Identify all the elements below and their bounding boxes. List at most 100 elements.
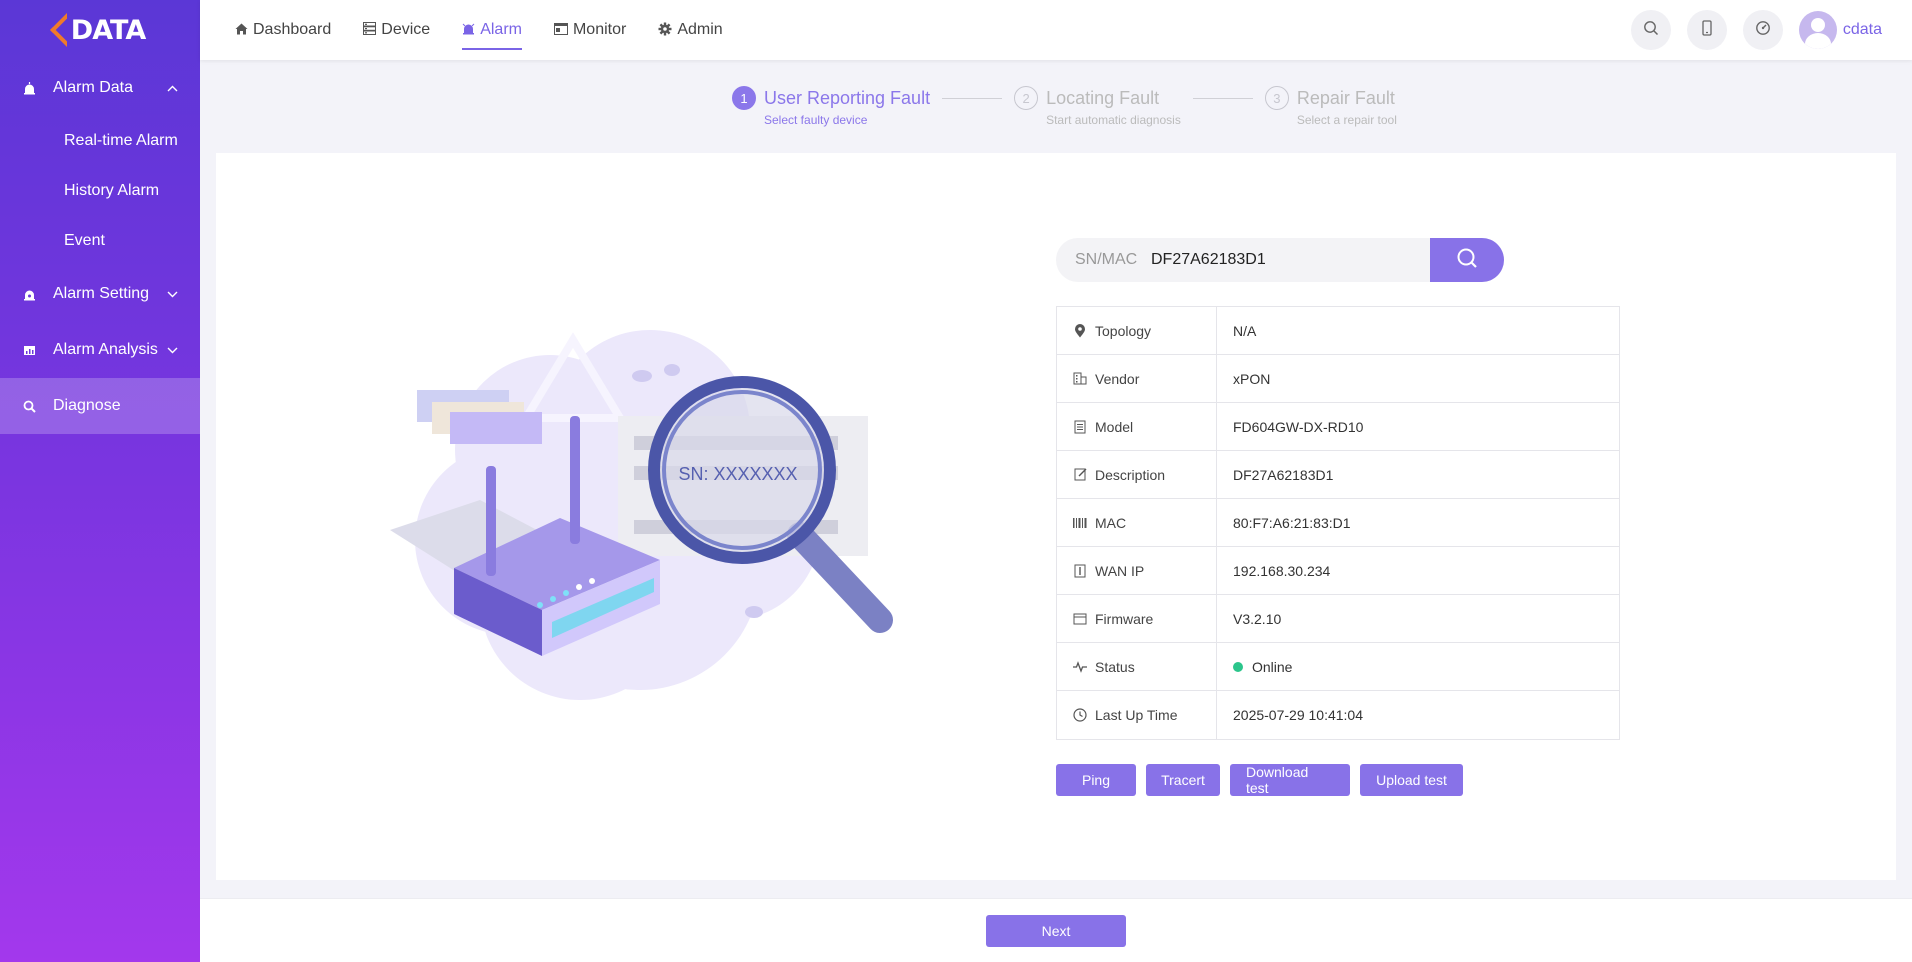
sidebar: DATA Alarm Data Real-time Alarm History … bbox=[0, 0, 200, 962]
chevron-up-icon bbox=[167, 81, 178, 95]
sidebar-item-label: Diagnose bbox=[53, 397, 121, 414]
info-value: 80:F7:A6:21:83:D1 bbox=[1233, 514, 1351, 531]
diagnose-icon bbox=[22, 399, 36, 413]
sidebar-item-realtime-alarm[interactable]: Real-time Alarm bbox=[0, 116, 200, 166]
router-illustration: SN: XXXXXXX bbox=[390, 320, 910, 715]
info-value: 2025-07-29 10:41:04 bbox=[1233, 707, 1363, 723]
info-key-label: Model bbox=[1095, 418, 1134, 435]
info-key-label: Firmware bbox=[1095, 610, 1154, 627]
gear-icon bbox=[658, 22, 672, 39]
upload-test-button[interactable]: Upload test bbox=[1360, 764, 1463, 796]
logo[interactable]: DATA bbox=[0, 0, 200, 60]
info-row-topology: Topology N/A bbox=[1057, 307, 1619, 355]
step-description: Select a repair tool bbox=[1296, 113, 1397, 127]
step-description: Start automatic diagnosis bbox=[1046, 113, 1181, 127]
info-key-label: Vendor bbox=[1095, 370, 1140, 387]
search-icon bbox=[1643, 20, 1659, 41]
step-1: 1 User Reporting Fault Select faulty dev… bbox=[732, 86, 930, 127]
info-row-firmware: Firmware V3.2.10 bbox=[1057, 595, 1619, 643]
info-key-label: WAN IP bbox=[1095, 562, 1145, 579]
step-divider bbox=[942, 98, 1003, 99]
home-icon bbox=[235, 23, 248, 38]
sidebar-item-label: Alarm Analysis bbox=[53, 341, 158, 358]
sn-mac-search: SN/MAC bbox=[1056, 238, 1504, 282]
footer-bar: Next bbox=[200, 898, 1912, 962]
info-value: xPON bbox=[1233, 370, 1271, 387]
step-title: User Reporting Fault bbox=[764, 88, 931, 108]
step-title: Locating Fault bbox=[1046, 88, 1160, 108]
alarm-setting-icon bbox=[22, 287, 36, 301]
top-navbar: Dashboard Device Alarm Monitor Admin cda… bbox=[200, 0, 1912, 60]
info-key-label: Description bbox=[1095, 466, 1166, 483]
nav-label: Device bbox=[381, 21, 431, 38]
search-submit-button[interactable] bbox=[1430, 238, 1504, 282]
alarm-analysis-icon bbox=[22, 343, 36, 357]
dashboard-gauge-button[interactable] bbox=[1742, 10, 1783, 50]
device-info-table: Topology N/A Vendor xPON Model FD604GW-D… bbox=[1056, 306, 1620, 740]
document-icon bbox=[1073, 420, 1087, 434]
ping-button[interactable]: Ping bbox=[1056, 764, 1136, 796]
sidebar-item-alarm-data[interactable]: Alarm Data bbox=[0, 60, 200, 116]
nav-dashboard[interactable]: Dashboard bbox=[235, 0, 331, 60]
nav-admin[interactable]: Admin bbox=[658, 0, 723, 60]
sidebar-item-alarm-setting[interactable]: Alarm Setting bbox=[0, 266, 200, 322]
search-button[interactable] bbox=[1630, 10, 1671, 50]
step-title: Repair Fault bbox=[1296, 88, 1395, 108]
sidebar-item-label: Alarm Data bbox=[53, 79, 134, 96]
sidebar-item-diagnose[interactable]: Diagnose bbox=[0, 378, 200, 434]
username[interactable]: cdata bbox=[1843, 21, 1882, 39]
info-row-vendor: Vendor xPON bbox=[1057, 355, 1619, 403]
download-test-button[interactable]: Download test bbox=[1230, 764, 1350, 796]
step-divider bbox=[1192, 98, 1253, 99]
top-right-tools: cdata bbox=[1615, 10, 1882, 50]
nav-label: Admin bbox=[677, 21, 723, 38]
info-value: 192.168.30.234 bbox=[1233, 562, 1331, 579]
next-button[interactable]: Next bbox=[986, 915, 1126, 947]
chevron-down-icon bbox=[167, 287, 178, 301]
step-3: 3 Repair Fault Select a repair tool bbox=[1264, 86, 1397, 127]
sidebar-item-alarm-analysis[interactable]: Alarm Analysis bbox=[0, 322, 200, 378]
info-key-label: Topology bbox=[1095, 322, 1152, 339]
nav-label: Dashboard bbox=[253, 21, 332, 38]
barcode-icon bbox=[1073, 517, 1087, 529]
nav-alarm[interactable]: Alarm bbox=[462, 0, 522, 60]
nav-label: Alarm bbox=[480, 21, 522, 38]
location-pin-icon bbox=[1073, 323, 1087, 338]
avatar[interactable] bbox=[1798, 11, 1837, 49]
info-value: N/A bbox=[1233, 322, 1257, 339]
sn-label-text: SN: XXXXXXX bbox=[678, 464, 797, 484]
ip-icon bbox=[1073, 564, 1087, 578]
info-row-last-up-time: Last Up Time 2025-07-29 10:41:04 bbox=[1057, 691, 1619, 739]
info-row-status: Status Online bbox=[1057, 643, 1619, 691]
clock-icon bbox=[1073, 708, 1087, 722]
building-icon bbox=[1073, 372, 1087, 385]
mobile-button[interactable] bbox=[1686, 10, 1727, 50]
step-number: 3 bbox=[1264, 86, 1289, 110]
monitor-icon bbox=[553, 22, 568, 38]
step-number: 2 bbox=[1014, 86, 1039, 110]
info-key-label: Last Up Time bbox=[1095, 707, 1178, 723]
info-row-wan-ip: WAN IP 192.168.30.234 bbox=[1057, 547, 1619, 595]
info-row-model: Model FD604GW-DX-RD10 bbox=[1057, 403, 1619, 451]
info-row-description: Description DF27A62183D1 bbox=[1057, 451, 1619, 499]
step-description: Select faulty device bbox=[764, 113, 868, 127]
nav-monitor[interactable]: Monitor bbox=[553, 0, 626, 60]
info-value: DF27A62183D1 bbox=[1233, 466, 1334, 483]
edit-icon bbox=[1073, 468, 1087, 481]
mobile-icon bbox=[1702, 19, 1712, 41]
steps: 1 User Reporting Fault Select faulty dev… bbox=[732, 86, 1397, 127]
search-icon bbox=[1456, 247, 1478, 274]
top-nav: Dashboard Device Alarm Monitor Admin bbox=[235, 0, 755, 60]
info-row-mac: MAC 80:F7:A6:21:83:D1 bbox=[1057, 499, 1619, 547]
status-value: Online bbox=[1252, 658, 1293, 675]
info-key-label: Status bbox=[1095, 658, 1135, 675]
search-input[interactable] bbox=[1151, 251, 1411, 269]
info-value: V3.2.10 bbox=[1233, 610, 1282, 627]
info-key-label: MAC bbox=[1095, 514, 1127, 531]
nav-device[interactable]: Device bbox=[363, 0, 430, 60]
sidebar-item-history-alarm[interactable]: History Alarm bbox=[0, 166, 200, 216]
step-2: 2 Locating Fault Start automatic diagnos… bbox=[1014, 86, 1181, 127]
tracert-button[interactable]: Tracert bbox=[1146, 764, 1220, 796]
search-label: SN/MAC bbox=[1075, 251, 1138, 268]
sidebar-item-event[interactable]: Event bbox=[0, 216, 200, 266]
